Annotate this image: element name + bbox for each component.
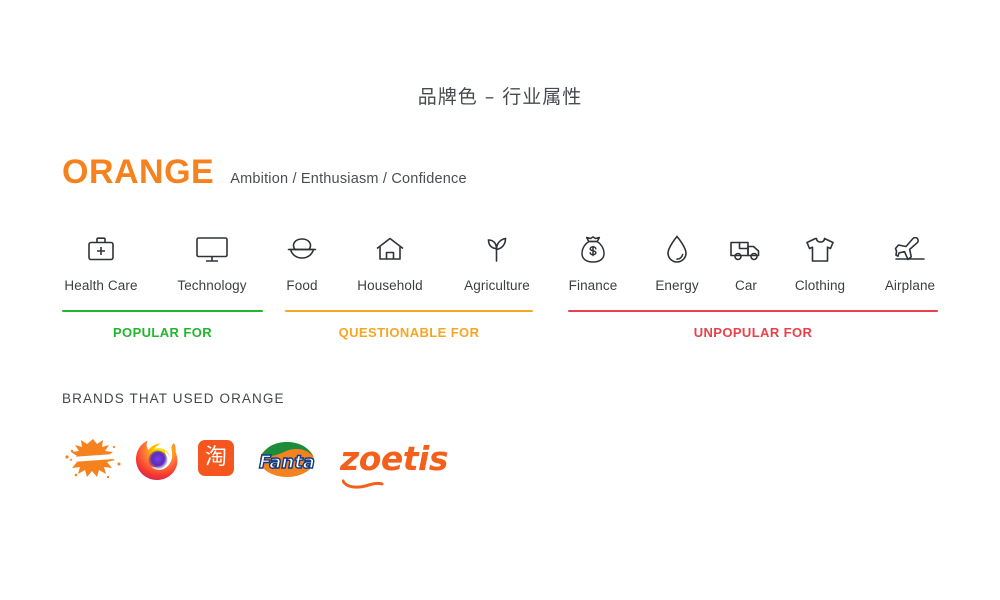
brand-logo-row: 淘 Fanta zoetis: [62, 430, 449, 489]
verdict-divider-line: [285, 310, 533, 312]
taobao-logo[interactable]: 淘: [198, 440, 234, 476]
verdict-unpopular-for: UNPOPULAR FOR: [568, 310, 938, 340]
color-keywords: Ambition / Enthusiasm / Confidence: [230, 171, 467, 187]
house-icon: [330, 232, 450, 266]
zoetis-swoosh-icon: [342, 479, 384, 489]
verdict-label: POPULAR FOR: [112, 325, 212, 340]
industry-item-household[interactable]: Household: [330, 232, 450, 293]
fanta-logo[interactable]: Fanta: [256, 436, 318, 480]
zoetis-logo[interactable]: zoetis: [340, 430, 449, 489]
industry-row: Health Care Technology Food Household Ag…: [0, 232, 1000, 302]
industry-item-airplane[interactable]: Airplane: [850, 232, 970, 293]
firefox-logo[interactable]: [134, 435, 180, 481]
slide-canvas: 品牌色 – 行业属性 ORANGE Ambition / Enthusiasm …: [0, 0, 1000, 600]
industry-label: Health Care: [64, 278, 138, 293]
zoetis-wordmark: zoetis: [340, 438, 449, 478]
verdict-questionable-for: QUESTIONABLE FOR: [285, 310, 533, 340]
verdict-label: UNPOPULAR FOR: [693, 325, 813, 340]
brands-heading: BRANDS THAT USED ORANGE: [62, 391, 285, 406]
verdict-divider-line: [62, 310, 263, 312]
verdict-row: POPULAR FOR QUESTIONABLE FOR UNPOPULAR F…: [0, 310, 1000, 350]
medical-kit-icon: [41, 232, 161, 266]
airplane-icon: [850, 232, 970, 266]
industry-label: Household: [357, 278, 423, 293]
industry-item-health-care[interactable]: Health Care: [41, 232, 161, 293]
color-headline: ORANGE Ambition / Enthusiasm / Confidenc…: [62, 155, 467, 189]
color-name: ORANGE: [62, 153, 215, 191]
verdict-divider-line: [568, 310, 938, 312]
verdict-label: QUESTIONABLE FOR: [338, 325, 480, 340]
page-title: 品牌色 – 行业属性: [417, 86, 583, 108]
verdict-popular-for: POPULAR FOR: [62, 310, 263, 340]
industry-label: Airplane: [884, 278, 936, 293]
nickelodeon-logo[interactable]: [62, 434, 124, 482]
svg-text:Fanta: Fanta: [259, 452, 315, 473]
